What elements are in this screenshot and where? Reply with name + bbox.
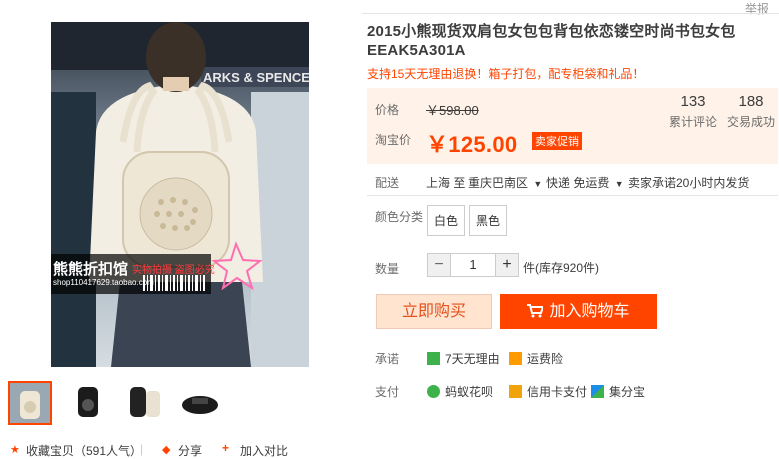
price-label: 价格 [375, 103, 400, 117]
watermark-url: shop110417629.taobao.com [53, 278, 154, 287]
promo-badge: 卖家促销 [532, 132, 582, 150]
color-label: 颜色分类 [375, 210, 424, 224]
chevron-down-icon: ▼ [614, 179, 624, 189]
insurance-icon [509, 352, 522, 365]
reviews-count[interactable]: 133 [666, 93, 720, 110]
quantity-decrease-button[interactable]: − [427, 253, 451, 277]
stock-info: 件(库存920件) [523, 261, 600, 275]
thumbnail-4[interactable] [178, 381, 222, 425]
star-icon: ★ [10, 444, 20, 456]
product-title-line2: EEAK5A301A [367, 42, 466, 59]
share-icon: ◆ [162, 444, 171, 456]
jifenbao-icon [591, 385, 604, 398]
quantity-input[interactable]: 1 [451, 253, 495, 277]
watermark-tag: 实物拍摄 盗图必究 [132, 265, 215, 276]
color-option-black[interactable]: 黑色 [469, 205, 507, 236]
svg-text:ARKS & SPENCER: ARKS & SPENCER [203, 70, 309, 85]
promo-price: ￥125.00 [426, 132, 518, 157]
credit-card-icon [509, 385, 522, 398]
original-price: ￥598.00 [426, 103, 479, 118]
sales-count: 188 [738, 93, 764, 110]
buy-now-button[interactable]: 立即购买 [376, 294, 492, 329]
taobao-price-label: 淘宝价 [375, 133, 412, 147]
shipping-express: 快递 免运费 [546, 176, 610, 190]
shipping-from: 上海 至 [426, 176, 466, 190]
payment-huabei-label: 蚂蚁花呗 [445, 385, 494, 399]
watermark-shop-name: 熊熊折扣馆 [53, 261, 129, 278]
guarantee-insurance-label: 运费险 [527, 352, 564, 366]
shipping-promise: 卖家承诺20小时内发货 [628, 176, 750, 190]
payment-jifenbao[interactable]: 集分宝 [591, 383, 645, 400]
color-option-white[interactable]: 白色 [427, 205, 465, 236]
huabei-icon [427, 385, 440, 398]
shipping-label: 配送 [375, 176, 400, 190]
add-to-cart-label: 加入购物车 [549, 303, 630, 320]
guarantee-7day[interactable]: 7天无理由 [427, 350, 500, 367]
guarantee-7day-label: 7天无理由 [445, 352, 500, 366]
chevron-down-icon: ▼ [533, 179, 543, 189]
cart-icon [527, 304, 545, 318]
shipping-destination-select[interactable]: 重庆巴南区 ▼ [468, 174, 542, 191]
thumbnail-2[interactable] [66, 381, 110, 425]
payment-huabei[interactable]: 蚂蚁花呗 [427, 383, 493, 400]
product-title: 2015小熊现货双肩包女包包背包依恋镂空时尚书包女包 EEAK5A301A [367, 22, 767, 60]
product-title-line1: 2015小熊现货双肩包女包包背包依恋镂空时尚书包女包 [367, 23, 736, 40]
separator: | [140, 442, 144, 456]
seven-days-icon [427, 352, 440, 365]
compare-link[interactable]: 加入对比 [240, 442, 288, 459]
guarantee-label: 承诺 [375, 352, 400, 366]
quantity-increase-button[interactable]: + [495, 253, 519, 277]
payment-jifenbao-label: 集分宝 [609, 385, 646, 399]
thumbnail-image [10, 383, 50, 423]
quantity-label: 数量 [375, 262, 400, 276]
compare-icon: + [222, 441, 230, 455]
shipping-destination: 重庆巴南区 [468, 176, 529, 190]
reviews-label[interactable]: 累计评论 [666, 113, 720, 130]
share-link[interactable]: 分享 [178, 442, 202, 459]
top-divider [362, 13, 779, 14]
main-product-image[interactable]: ARKS & SPENCER [51, 22, 309, 367]
thumbnail-image [122, 381, 166, 425]
thumbnail-1[interactable] [8, 381, 52, 425]
add-to-cart-button[interactable]: 加入购物车 [500, 294, 657, 329]
product-subtitle: 支持15天无理由退换！箱子打包，配专柜袋和礼品！ [367, 67, 645, 81]
photo-illustration: ARKS & SPENCER [51, 22, 309, 367]
thumbnail-3[interactable] [122, 381, 166, 425]
report-link[interactable]: 举报 [745, 0, 769, 17]
favorite-link[interactable]: 收藏宝贝（591人气） [26, 442, 142, 459]
payment-label: 支付 [375, 385, 400, 399]
section-divider [367, 195, 778, 196]
payment-credit-card[interactable]: 信用卡支付 [509, 383, 587, 400]
sales-label: 交易成功 [726, 115, 775, 129]
payment-credit-card-label: 信用卡支付 [527, 385, 588, 399]
thumbnail-image [178, 381, 222, 425]
guarantee-shipping-insurance[interactable]: 运费险 [509, 350, 563, 367]
shipping-express-select[interactable]: 快递 免运费 ▼ [546, 174, 624, 191]
thumbnail-image [66, 381, 110, 425]
